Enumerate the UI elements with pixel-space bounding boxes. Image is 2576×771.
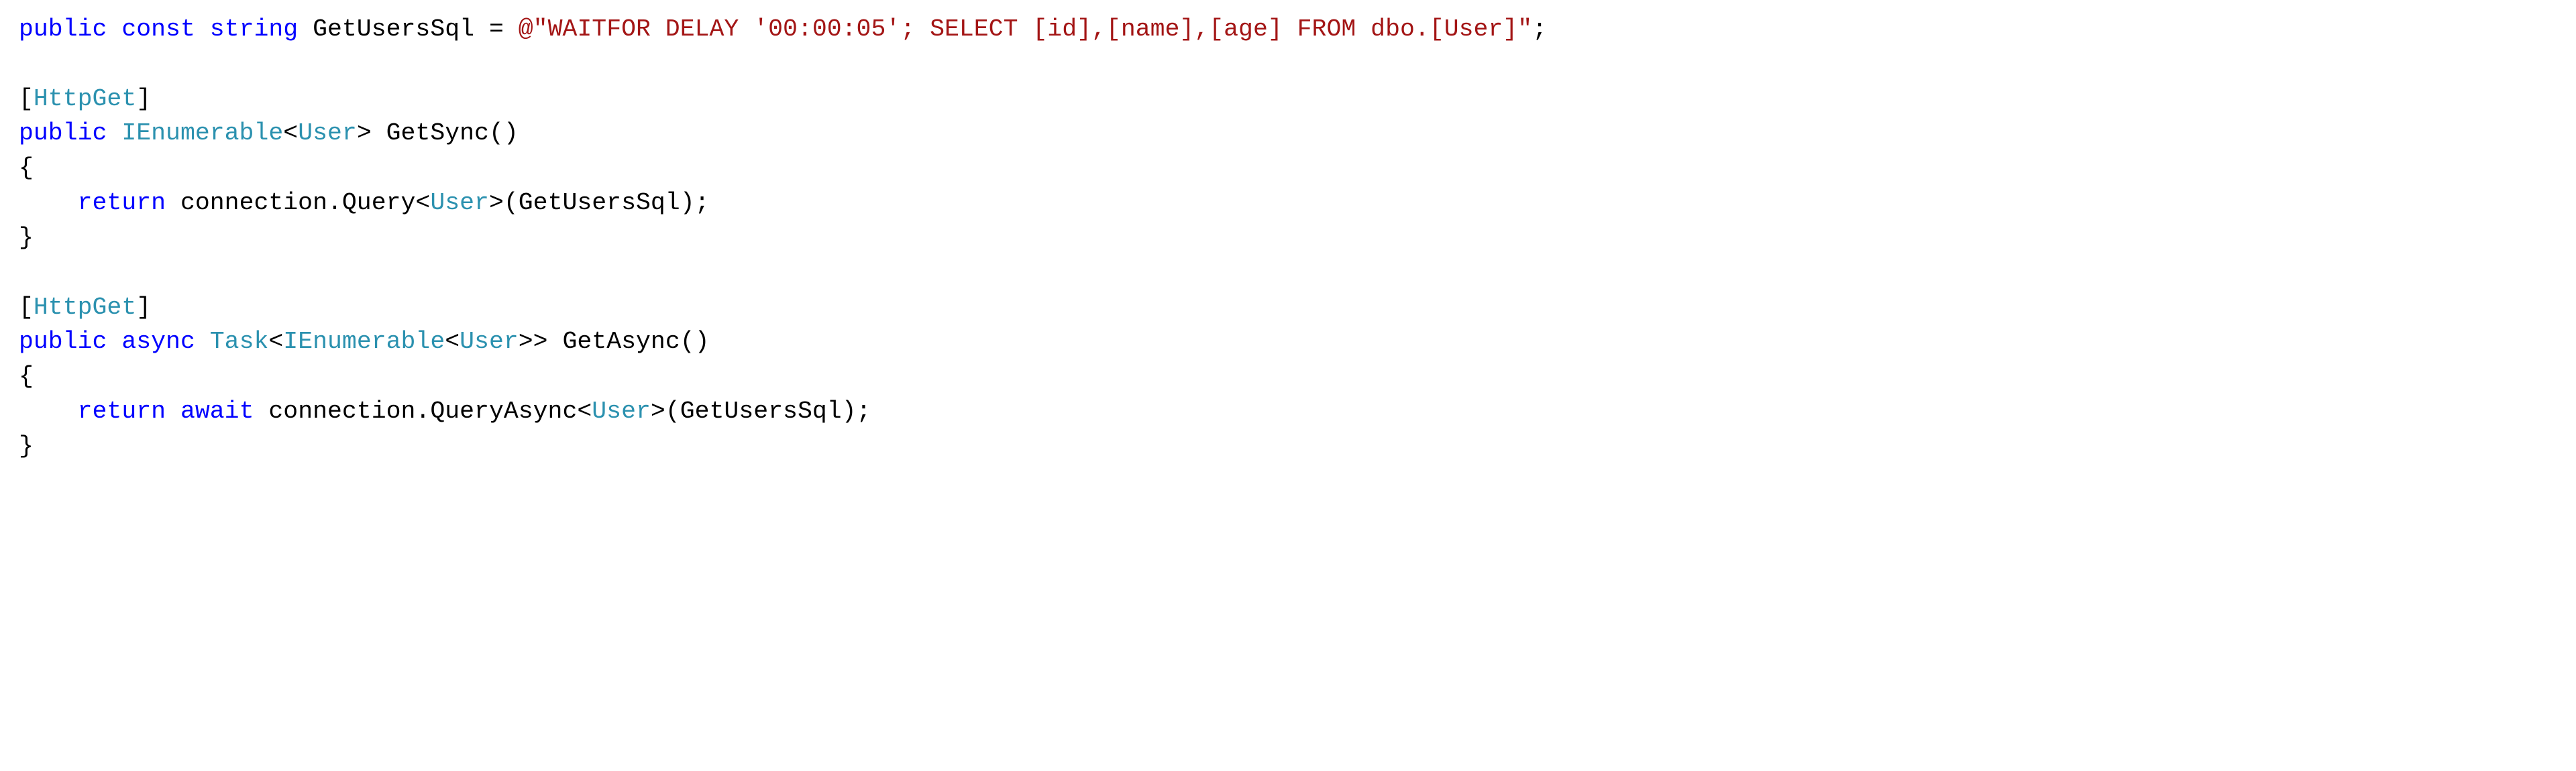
- attribute-httpget: HttpGet: [34, 85, 136, 113]
- attribute-httpget: HttpGet: [34, 294, 136, 321]
- angle-open: <: [577, 398, 592, 425]
- code-block: public const string GetUsersSql = @"WAIT…: [0, 0, 2576, 476]
- expr: (GetUsersSql);: [665, 398, 871, 425]
- angle-close: >>: [519, 328, 548, 355]
- keyword-async: async: [121, 328, 195, 355]
- brace-open: {: [19, 363, 34, 390]
- attr-close-bracket: ]: [136, 85, 151, 113]
- parens: (): [680, 328, 710, 355]
- attr-open-bracket: [: [19, 85, 34, 113]
- type-user: User: [592, 398, 651, 425]
- brace-open: {: [19, 154, 34, 182]
- keyword-string: string: [210, 15, 298, 43]
- attr-open-bracket: [: [19, 294, 34, 321]
- type-user: User: [298, 119, 357, 147]
- method-name: GetAsync: [563, 328, 680, 355]
- expr: connection.Query: [180, 189, 415, 217]
- keyword-public: public: [19, 119, 107, 147]
- keyword-return: return: [78, 398, 166, 425]
- type-ienumerable: IEnumerable: [121, 119, 283, 147]
- angle-open: <: [415, 189, 430, 217]
- angle-close: >: [489, 189, 504, 217]
- at-sign: @: [519, 15, 533, 43]
- equals: =: [489, 15, 504, 43]
- angle-open: <: [268, 328, 283, 355]
- type-user: User: [430, 189, 489, 217]
- keyword-public: public: [19, 328, 107, 355]
- keyword-const: const: [121, 15, 195, 43]
- angle-open: <: [445, 328, 460, 355]
- string-literal: "WAITFOR DELAY '00:00:05'; SELECT [id],[…: [533, 15, 1532, 43]
- identifier: GetUsersSql: [313, 15, 474, 43]
- keyword-await: await: [180, 398, 254, 425]
- angle-close: >: [357, 119, 372, 147]
- type-task: Task: [210, 328, 269, 355]
- expr: (GetUsersSql);: [504, 189, 710, 217]
- type-ienumerable: IEnumerable: [283, 328, 445, 355]
- angle-close: >: [651, 398, 665, 425]
- type-user: User: [460, 328, 519, 355]
- keyword-public: public: [19, 15, 107, 43]
- parens: (): [489, 119, 519, 147]
- attr-close-bracket: ]: [136, 294, 151, 321]
- brace-close: }: [19, 432, 34, 460]
- angle-open: <: [283, 119, 298, 147]
- semicolon: ;: [1532, 15, 1547, 43]
- expr: connection.QueryAsync: [268, 398, 577, 425]
- method-name: GetSync: [386, 119, 489, 147]
- keyword-return: return: [78, 189, 166, 217]
- brace-close: }: [19, 224, 34, 251]
